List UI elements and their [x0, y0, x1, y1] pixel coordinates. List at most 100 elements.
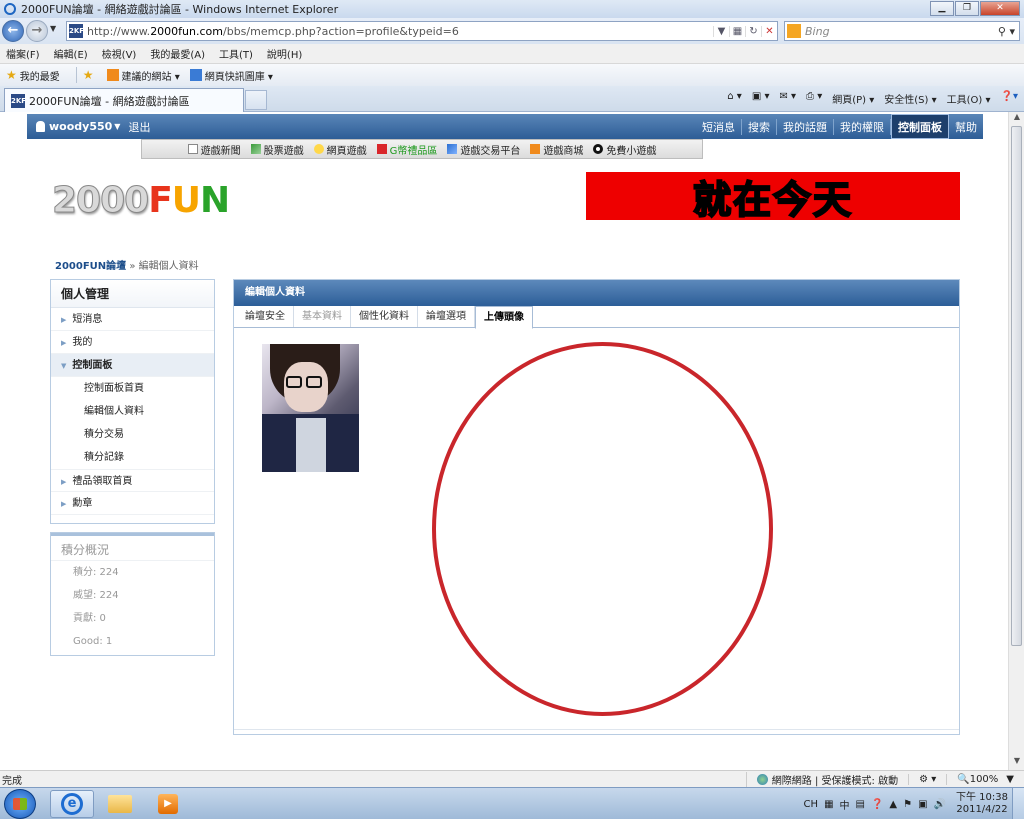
maximize-button[interactable]: ❐: [955, 1, 979, 16]
news-icon: [187, 144, 198, 154]
logout-link[interactable]: 退出: [128, 119, 150, 135]
toplink-permissions[interactable]: 我的權限: [834, 118, 891, 135]
clock[interactable]: 下午 10:38 2011/4/22: [956, 792, 1008, 816]
add-favorite-button[interactable]: ★: [83, 68, 97, 82]
toplink-help[interactable]: 幫助: [949, 119, 983, 135]
banner-text: 就在今天: [692, 177, 853, 223]
close-button[interactable]: ✕: [980, 1, 1020, 16]
help-icon[interactable]: ❓▾: [1001, 91, 1018, 106]
suggested-sites-button[interactable]: 建議的網站 ▾: [106, 68, 180, 83]
subnav-mall[interactable]: 遊戲商城: [530, 142, 583, 157]
command-bar: ⌂ ▾ ▣ ▾ ✉ ▾ ⎙ ▾ 網頁(P) ▾ 安全性(S) ▾ 工具(O) ▾…: [717, 91, 1018, 106]
menu-view[interactable]: 檢視(V): [102, 46, 137, 61]
menu-favorites[interactable]: 我的最愛(A): [150, 46, 205, 61]
user-icon: [36, 121, 45, 132]
sidebar-item-gifts[interactable]: ▶ 禮品領取首頁: [51, 469, 214, 492]
refresh-icon[interactable]: ↻: [745, 25, 761, 37]
zoom-dropdown-icon[interactable]: ▼: [1006, 774, 1014, 785]
sidebar-sub-credit-log[interactable]: 積分記錄: [51, 446, 214, 469]
start-button[interactable]: [4, 789, 36, 819]
scroll-up-icon[interactable]: ▲: [1009, 112, 1024, 126]
menu-help[interactable]: 說明(H): [267, 46, 302, 61]
show-desktop-button[interactable]: [1012, 788, 1024, 819]
ime-help-icon[interactable]: ❓: [871, 799, 883, 810]
username-link[interactable]: woody550: [49, 120, 112, 133]
stop-icon[interactable]: ✕: [761, 25, 777, 37]
history-dropdown-icon[interactable]: ▼: [50, 24, 56, 33]
tools-menu[interactable]: 工具(O) ▾: [947, 91, 991, 106]
ime-language[interactable]: CH: [804, 799, 819, 810]
feeds-icon[interactable]: ▣ ▾: [752, 91, 770, 106]
tab-forum-options[interactable]: 論壇選項: [418, 306, 475, 327]
print-icon[interactable]: ⎙ ▾: [806, 91, 822, 106]
minimize-button[interactable]: ▁: [930, 1, 954, 16]
toplink-control-panel[interactable]: 控制面板: [891, 114, 949, 139]
search-input[interactable]: Bing ⚲ ▾: [784, 21, 1020, 41]
cart-icon: [530, 144, 541, 154]
sidebar-item-messages[interactable]: ▶ 短消息: [51, 308, 214, 331]
subnav-gift-zone[interactable]: G幣禮品區: [376, 142, 437, 157]
zoom-control[interactable]: 🔍 100% ▼: [946, 773, 1024, 785]
address-dropdown-icon[interactable]: ▼: [713, 25, 729, 37]
toplink-search[interactable]: 搜索: [742, 118, 777, 135]
chart-icon: [250, 144, 261, 154]
page-menu[interactable]: 網頁(P) ▾: [832, 91, 874, 106]
ime-toolbar-icon[interactable]: ▤: [856, 799, 865, 810]
site-logo[interactable]: 2000FUN: [51, 180, 230, 222]
favorites-button[interactable]: ★ 我的最愛: [6, 68, 60, 83]
sidebar-title: 個人管理: [51, 280, 214, 308]
tray-expand-icon[interactable]: ▲: [889, 799, 897, 810]
subnav-game-news[interactable]: 遊戲新聞: [187, 142, 241, 157]
home-icon[interactable]: ⌂ ▾: [727, 91, 742, 106]
security-zone[interactable]: 網際網路 | 受保護模式: 啟動: [745, 771, 908, 787]
sidebar-sub-cp-home[interactable]: 控制面板首頁: [51, 377, 214, 400]
menu-tools[interactable]: 工具(T): [219, 46, 253, 61]
browser-tab[interactable]: 2KF 2000FUN論壇 - 網絡遊戲討論區: [4, 88, 244, 112]
menu-edit[interactable]: 編輯(E): [54, 46, 88, 61]
sidebar-item-control-panel[interactable]: ▼ 控制面板: [51, 354, 214, 377]
sidebar-item-medals[interactable]: ▶ 勳章: [51, 492, 214, 515]
zoom-icon: 🔍: [957, 773, 970, 785]
web-slice-gallery-button[interactable]: 網頁快訊圖庫 ▾: [189, 68, 273, 83]
taskbar-media-button[interactable]: ▶: [146, 790, 190, 818]
subnav-stock-game[interactable]: 股票遊戲: [250, 142, 304, 157]
vertical-scrollbar[interactable]: ▲ ▼: [1008, 112, 1024, 770]
ime-icon[interactable]: ▦: [824, 799, 833, 810]
subnav-web-game[interactable]: 網頁遊戲: [313, 142, 367, 157]
panel-title: 編輯個人資料: [234, 280, 959, 306]
subnav-mini-games[interactable]: 免費小遊戲: [593, 142, 656, 157]
tab-forum-security[interactable]: 論壇安全: [237, 306, 294, 327]
breadcrumb-home[interactable]: 2000FUN論壇: [55, 261, 126, 272]
menu-file[interactable]: 檔案(F): [6, 46, 40, 61]
sidebar-item-mine[interactable]: ▶ 我的: [51, 331, 214, 354]
toplink-my-topics[interactable]: 我的話題: [777, 118, 834, 135]
safety-menu[interactable]: 安全性(S) ▾: [884, 91, 936, 106]
scroll-thumb[interactable]: [1011, 126, 1022, 646]
new-tab-button[interactable]: [245, 90, 267, 110]
compat-view-icon[interactable]: ▦: [729, 25, 745, 37]
toplink-messages[interactable]: 短消息: [696, 118, 742, 135]
mail-icon[interactable]: ✉ ▾: [779, 91, 796, 106]
ad-banner[interactable]: 就在今天: [586, 172, 960, 223]
forward-button[interactable]: →: [26, 20, 48, 42]
user-caret-icon[interactable]: ▼: [114, 122, 120, 131]
sidebar-sub-credit-trade[interactable]: 積分交易: [51, 423, 214, 446]
protected-mode-icon[interactable]: ⚙ ▾: [908, 773, 946, 785]
taskbar-ie-button[interactable]: e: [50, 790, 94, 818]
ime-mode[interactable]: 中: [840, 797, 850, 812]
network-icon[interactable]: ▣: [918, 799, 927, 810]
action-center-icon[interactable]: ⚑: [903, 799, 912, 810]
subnav-trading[interactable]: 遊戲交易平台: [447, 142, 520, 157]
tab-basic-info[interactable]: 基本資料: [294, 306, 351, 327]
taskbar-explorer-button[interactable]: [98, 790, 142, 818]
sidebar-sub-edit-profile[interactable]: 編輯個人資料: [51, 400, 214, 423]
profile-tabs: 論壇安全 基本資料 個性化資料 論壇選項 上傳頭像: [234, 306, 959, 329]
favorites-label: 我的最愛: [19, 71, 60, 83]
address-input[interactable]: 2KF http://www. 2000fun.com/bbs/memcp.php…: [66, 21, 778, 41]
search-icon[interactable]: ⚲ ▾: [998, 25, 1015, 38]
back-button[interactable]: ←: [2, 20, 24, 42]
volume-icon[interactable]: 🔊: [934, 799, 946, 810]
scroll-down-icon[interactable]: ▼: [1009, 756, 1024, 770]
tab-personalized-info[interactable]: 個性化資料: [351, 306, 418, 327]
tab-upload-avatar[interactable]: 上傳頭像: [475, 306, 533, 329]
